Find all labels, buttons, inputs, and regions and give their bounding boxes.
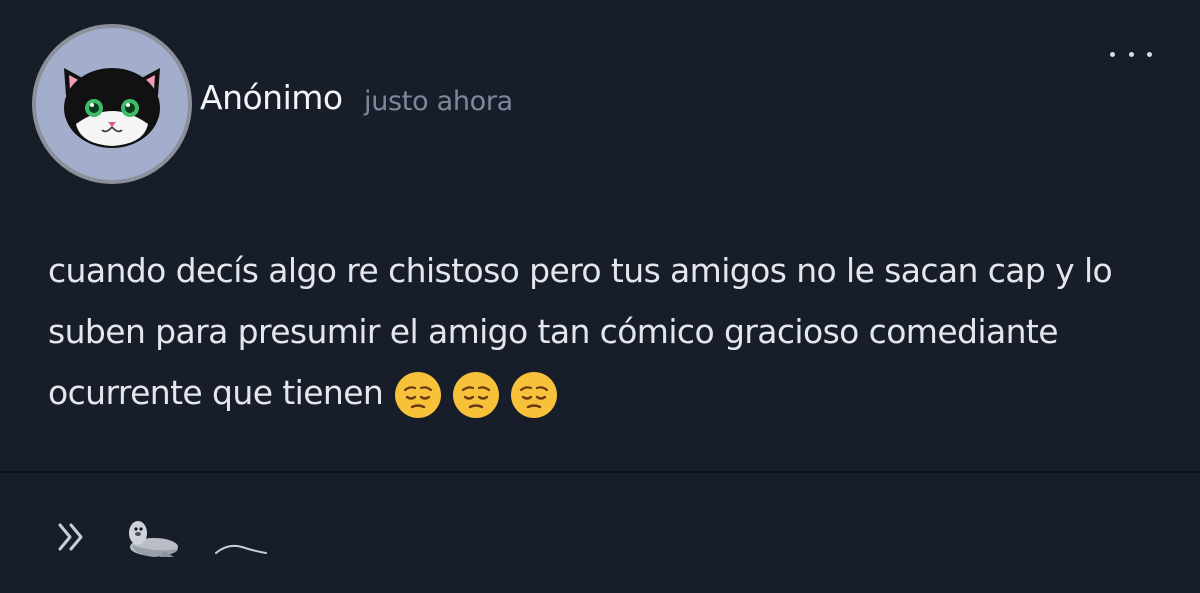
double-chevron-right-icon[interactable] bbox=[56, 521, 86, 557]
dot bbox=[1128, 51, 1134, 57]
post-footer bbox=[0, 473, 1200, 593]
post-card: Anónimo justo ahora cuando decís algo re… bbox=[0, 0, 1200, 472]
author-name[interactable]: Anónimo bbox=[200, 78, 343, 117]
dot bbox=[1147, 51, 1152, 57]
cat-face-icon bbox=[64, 68, 160, 148]
dot bbox=[1110, 51, 1115, 57]
wave-line-icon[interactable] bbox=[214, 541, 270, 561]
post-body: cuando decís algo re chistoso pero tus a… bbox=[48, 240, 1168, 423]
emoji-group bbox=[393, 370, 559, 420]
pensive-face-icon bbox=[509, 370, 559, 420]
avatar[interactable] bbox=[32, 24, 192, 184]
pensive-face-icon bbox=[451, 370, 501, 420]
seal-icon[interactable] bbox=[124, 517, 180, 563]
timestamp: justo ahora bbox=[364, 86, 513, 117]
pensive-face-icon bbox=[393, 370, 443, 420]
post-text: cuando decís algo re chistoso pero tus a… bbox=[48, 251, 1113, 412]
more-options-button[interactable] bbox=[1110, 40, 1152, 68]
